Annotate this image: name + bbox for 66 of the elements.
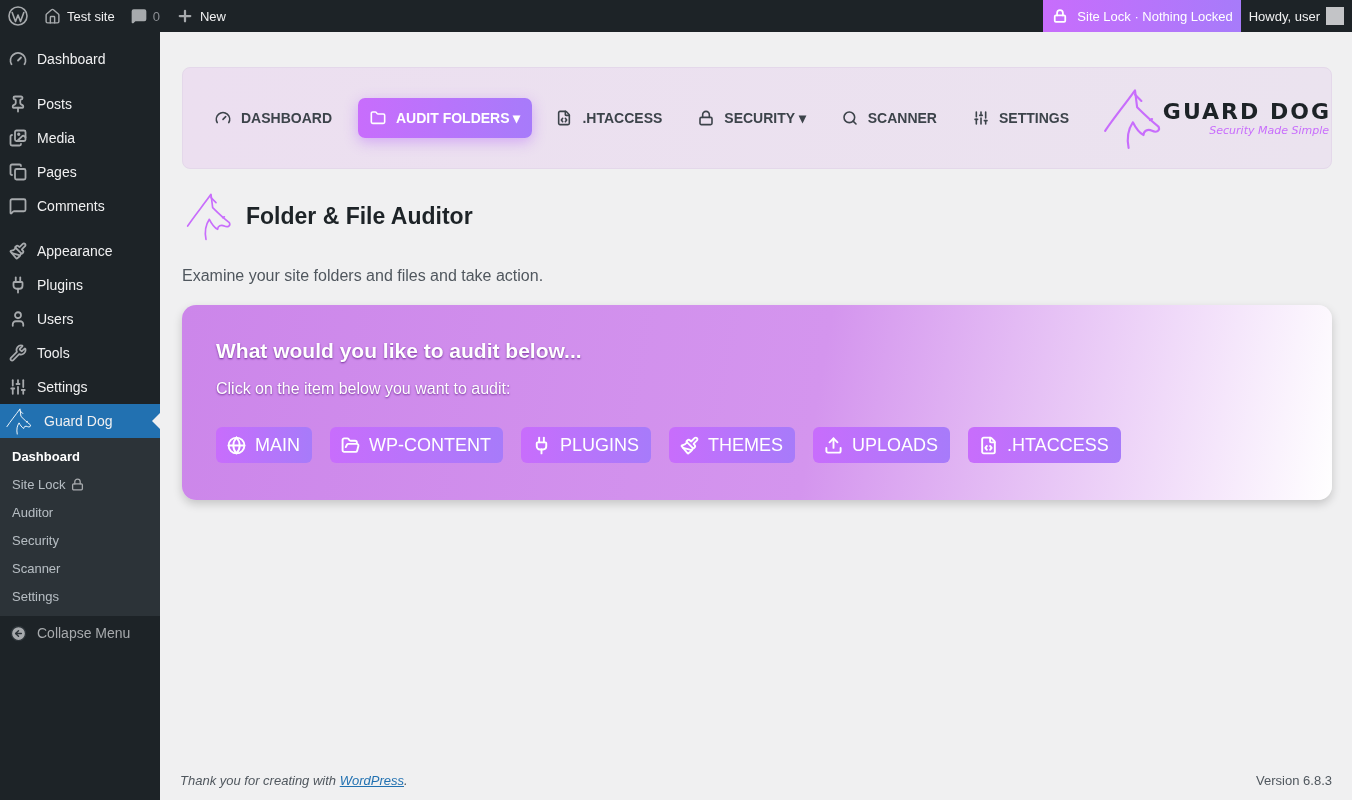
new-link[interactable]: New <box>167 0 234 32</box>
user-icon <box>9 310 27 328</box>
comment-icon <box>130 8 147 24</box>
sidebar-item[interactable]: Pages <box>0 155 160 189</box>
nav-tab[interactable]: SECURITY ▾ <box>688 98 816 138</box>
upload-icon <box>824 435 844 455</box>
comment-count: 0 <box>152 8 160 24</box>
collapse-icon <box>10 624 27 642</box>
card-heading: What would you like to audit below... <box>216 339 583 363</box>
sidebar-item[interactable]: Plugins <box>0 268 160 302</box>
sidebar-item[interactable]: Guard Dog <box>0 404 160 438</box>
submenu-item[interactable]: Settings <box>0 582 160 610</box>
wrench-icon <box>9 344 27 362</box>
sidebar-item[interactable]: Media <box>0 121 160 155</box>
site-name-link[interactable]: Test site <box>36 0 123 32</box>
submenu-item[interactable]: Site Lock <box>0 470 160 498</box>
page-title: Folder & File Auditor <box>246 202 473 230</box>
sliders-icon <box>973 110 989 126</box>
pages-icon <box>9 163 27 181</box>
wordpress-logo-icon[interactable] <box>8 6 28 26</box>
wordpress-link[interactable]: WordPress <box>339 773 404 788</box>
gauge-icon <box>9 50 27 68</box>
code-file-icon <box>556 110 573 126</box>
logo-name: GUARD DOG <box>1162 99 1331 124</box>
sidebar-item[interactable]: Appearance <box>0 234 160 268</box>
card-instruction: Click on the item below you want to audit: <box>216 380 512 398</box>
globe-icon <box>227 435 246 455</box>
nav-tab[interactable]: .HTACCESS <box>546 98 673 138</box>
home-icon <box>44 7 61 25</box>
lock-icon <box>1053 9 1068 23</box>
comments-link[interactable]: 0 <box>122 0 168 32</box>
lock-icon <box>71 477 85 491</box>
account-menu[interactable]: Howdy, user <box>1240 0 1352 32</box>
avatar-placeholder <box>1326 7 1344 25</box>
code-file-icon <box>979 435 999 455</box>
submenu-item[interactable]: Dashboard <box>0 442 160 470</box>
footer-thanks: Thank you for creating with WordPress. <box>180 773 408 788</box>
collapse-menu-button[interactable]: Collapse Menu <box>0 616 160 650</box>
submenu-item[interactable]: Security <box>0 526 160 554</box>
comment-icon <box>9 197 27 215</box>
lock-icon <box>698 110 715 126</box>
page-description: Examine your site folders and files and take action. <box>182 267 545 285</box>
submenu-item[interactable]: Auditor <box>0 498 160 526</box>
nav-tab[interactable]: SCANNER <box>831 98 947 138</box>
sidebar-item[interactable]: Settings <box>0 370 160 404</box>
search-icon <box>841 110 858 126</box>
sidebar-item[interactable]: Users <box>0 302 160 336</box>
nav-tab[interactable]: SETTINGS <box>963 98 1079 138</box>
sidebar-item[interactable]: Dashboard <box>0 42 160 76</box>
sidebar-item[interactable]: Posts <box>0 87 160 121</box>
folder-icon <box>370 110 386 126</box>
pin-icon <box>9 95 27 113</box>
submenu-item[interactable]: Scanner <box>0 554 160 582</box>
version-text: Version 6.8.3 <box>1256 773 1332 788</box>
dog-head-icon <box>6 407 34 435</box>
nav-tab[interactable]: DASHBOARD <box>205 98 342 138</box>
sidebar-item[interactable]: Comments <box>0 189 160 223</box>
brush-icon <box>9 242 27 260</box>
media-icon <box>9 129 27 147</box>
sidebar-item[interactable]: Tools <box>0 336 160 370</box>
open-folder-icon <box>341 435 360 455</box>
logo-tagline: Security Made Simple <box>1209 124 1329 137</box>
gauge-icon <box>215 110 231 126</box>
brush-icon <box>680 435 699 455</box>
sliders-icon <box>9 378 27 396</box>
active-pointer <box>152 413 160 429</box>
